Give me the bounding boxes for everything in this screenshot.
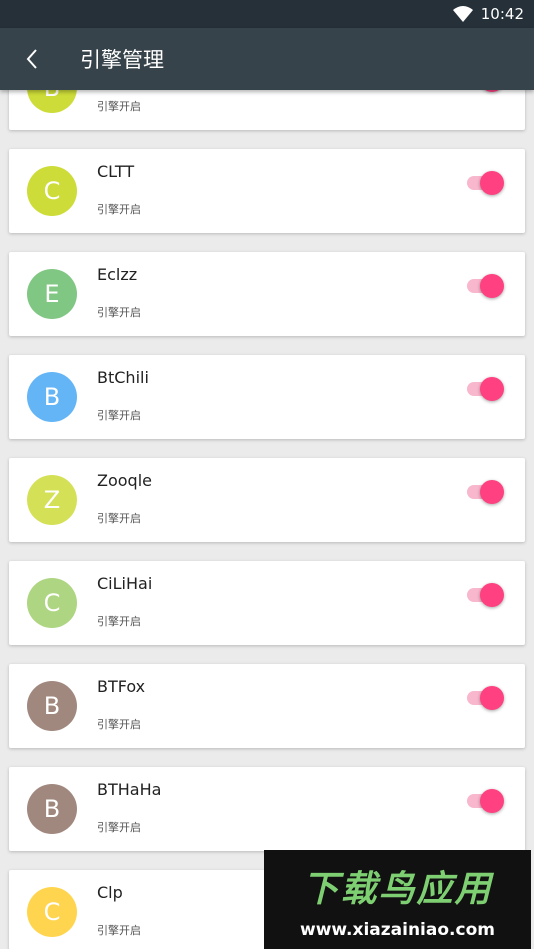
engine-name: BTFox [97, 677, 146, 696]
avatar: E [27, 269, 77, 319]
engine-status: 引擎开启 [97, 512, 141, 525]
engine-card[interactable]: C CLTT 引擎开启 [9, 149, 525, 233]
wifi-icon [452, 6, 473, 22]
avatar: B [27, 681, 77, 731]
engine-name: Clp [97, 883, 123, 902]
page-title: 引擎管理 [80, 48, 164, 72]
engine-card[interactable]: B BtChili 引擎开启 [9, 355, 525, 439]
engine-card[interactable]: B 引擎开启 [9, 90, 525, 130]
engine-list[interactable]: B 引擎开启 C CLTT 引擎开启 E Eclzz 引擎开启 B BtChil… [0, 90, 534, 949]
engine-toggle[interactable] [465, 582, 505, 607]
engine-name: BTHaHa [97, 780, 162, 799]
engine-toggle[interactable] [465, 273, 505, 298]
engine-name: CLTT [97, 162, 135, 181]
engine-status: 引擎开启 [97, 409, 141, 422]
engine-name: Eclzz [97, 265, 138, 284]
avatar: B [27, 784, 77, 834]
engine-card[interactable]: E Eclzz 引擎开启 [9, 252, 525, 336]
back-button[interactable] [0, 28, 64, 90]
watermark: 下载鸟应用 www.xiazainiao.com [264, 850, 531, 949]
engine-status: 引擎开启 [97, 203, 141, 216]
watermark-url: www.xiazainiao.com [300, 919, 495, 940]
avatar: B [27, 372, 77, 422]
engine-name: BtChili [97, 368, 149, 387]
engine-card[interactable]: Z Zooqle 引擎开启 [9, 458, 525, 542]
watermark-title: 下载鸟应用 [302, 868, 493, 910]
engine-name: Zooqle [97, 471, 152, 490]
engine-toggle[interactable] [465, 90, 505, 92]
chevron-left-icon [26, 49, 37, 69]
engine-status: 引擎开启 [97, 924, 141, 937]
engine-name: CiLiHai [97, 574, 153, 593]
engine-toggle[interactable] [465, 788, 505, 813]
engine-status: 引擎开启 [97, 821, 141, 834]
avatar: C [27, 578, 77, 628]
avatar: B [27, 90, 77, 113]
engine-toggle[interactable] [465, 376, 505, 401]
engine-status: 引擎开启 [97, 718, 141, 731]
engine-toggle[interactable] [465, 479, 505, 504]
avatar: Z [27, 475, 77, 525]
avatar: C [27, 887, 77, 937]
engine-status: 引擎开启 [97, 306, 141, 319]
engine-toggle[interactable] [465, 685, 505, 710]
engine-toggle[interactable] [465, 170, 505, 195]
status-time: 10:42 [480, 5, 524, 23]
status-bar: 10:42 [0, 0, 534, 28]
engine-card[interactable]: C CiLiHai 引擎开启 [9, 561, 525, 645]
engine-card[interactable]: B BTHaHa 引擎开启 [9, 767, 525, 851]
app-bar: 引擎管理 [0, 28, 534, 90]
engine-status: 引擎开启 [97, 100, 141, 113]
engine-status: 引擎开启 [97, 615, 141, 628]
avatar: C [27, 166, 77, 216]
engine-card[interactable]: B BTFox 引擎开启 [9, 664, 525, 748]
